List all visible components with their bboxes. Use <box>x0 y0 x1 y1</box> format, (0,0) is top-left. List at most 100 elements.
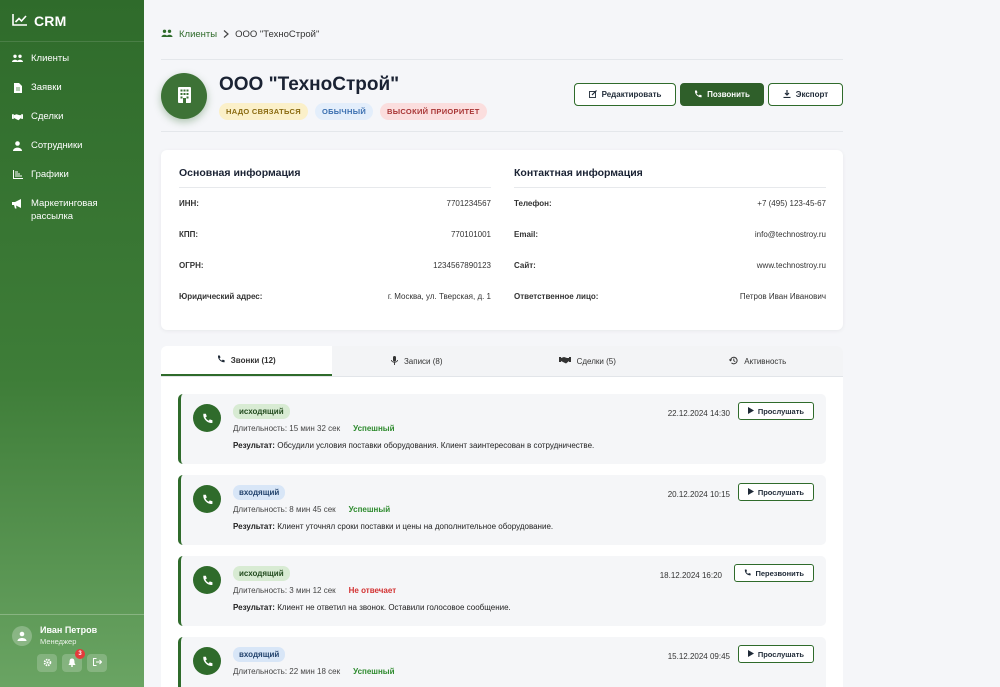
info-card: Основная информация ИНН: 7701234567 КПП: 7… <box>161 150 843 330</box>
sidebar-item-clients[interactable]: Клиенты <box>0 52 144 65</box>
tab-bar: Звонки (12) Записи (8) Сделки (5) Активн… <box>161 346 843 377</box>
info-row-responsible: Ответственное лицо: Петров Иван Иванович <box>514 292 826 301</box>
gear-icon <box>43 658 52 669</box>
user-icon <box>17 631 27 641</box>
call-status: Успешный <box>353 667 395 676</box>
breadcrumb-current: ООО "ТехноСтрой" <box>235 29 320 40</box>
result-label: Результат: <box>233 522 275 531</box>
tabs-card: Звонки (12) Записи (8) Сделки (5) Активн… <box>161 346 843 687</box>
tab-records[interactable]: Записи (8) <box>332 346 503 376</box>
listen-button[interactable]: Прослушать <box>737 645 814 663</box>
person-icon <box>12 139 23 152</box>
history-icon <box>729 356 738 367</box>
call-duration: Длительность: 3 мин 12 сек <box>233 586 336 595</box>
call-direction-badge: входящий <box>233 647 286 662</box>
company-logo <box>161 73 207 119</box>
type-badge: ОБЫЧНЫЙ <box>314 103 374 120</box>
brand-name: CRM <box>34 12 67 29</box>
sidebar-item-requests[interactable]: Заявки <box>0 81 144 94</box>
export-button[interactable]: Экспорт <box>768 83 843 106</box>
status-badge: НАДО СВЯЗАТЬСЯ <box>219 103 308 120</box>
basic-info: Основная информация ИНН: 7701234567 КПП: 7… <box>179 167 491 312</box>
breadcrumb-clients-link[interactable]: Клиенты <box>179 29 217 40</box>
sidebar-item-label: Маркетинговая рассылка <box>31 198 98 222</box>
info-row-kpp: КПП: 770101001 <box>179 230 491 239</box>
play-icon <box>747 649 754 659</box>
call-date: 22.12.2024 14:30 <box>667 409 730 418</box>
call-status: Успешный <box>353 424 395 433</box>
user-role: Менеджер <box>40 637 77 646</box>
call-duration: Длительность: 8 мин 45 сек <box>233 505 336 514</box>
info-row-address: Юридический адрес: г. Москва, ул. Тверска… <box>179 292 491 301</box>
listen-button[interactable]: Прослушать <box>737 402 814 420</box>
call-duration: Длительность: 15 мин 32 сек <box>233 424 341 433</box>
sidebar-item-label: Клиенты <box>31 53 70 64</box>
download-icon <box>783 89 791 100</box>
notifications-button[interactable]: 3 <box>62 649 85 672</box>
calls-list: исходящий Длительность: 15 мин 32 сек Усп… <box>178 394 826 687</box>
sidebar-item-marketing[interactable]: Маркетинговая рассылка <box>0 197 144 223</box>
result-label: Результат: <box>233 441 275 450</box>
list-item: исходящий Длительность: 3 мин 12 сек Не о… <box>178 556 826 626</box>
call-date: 18.12.2024 16:20 <box>659 571 722 580</box>
sidebar: CRM Клиенты Заявки Сделки Сотрудники Гра… <box>0 0 144 687</box>
edit-button[interactable]: Редактировать <box>574 83 676 106</box>
tab-activity[interactable]: Активность <box>673 346 844 376</box>
phone-icon <box>193 647 221 675</box>
microphone-icon <box>391 355 398 367</box>
info-row-site: Сайт: www.technostroy.ru <box>514 261 826 270</box>
sidebar-nav: Клиенты Заявки Сделки Сотрудники Графики… <box>0 42 144 223</box>
company-tags: НАДО СВЯЗАТЬСЯ ОБЫЧНЫЙ ВЫСОКИЙ ПРИОРИТЕТ <box>219 103 487 120</box>
call-duration: Длительность: 22 мин 18 сек <box>233 667 341 676</box>
list-item: входящий Длительность: 22 мин 18 сек Успе… <box>178 637 826 687</box>
contact-info: Контактная информация Телефон: +7 (495) 1… <box>514 167 826 312</box>
sidebar-item-employees[interactable]: Сотрудники <box>0 139 144 152</box>
handshake-icon <box>12 110 23 123</box>
settings-button[interactable] <box>37 654 57 672</box>
tab-deals[interactable]: Сделки (5) <box>502 346 673 376</box>
call-result: Клиент не ответил на звонок. Оставили го… <box>277 603 511 612</box>
call-direction-badge: исходящий <box>233 404 290 419</box>
play-icon <box>747 487 754 497</box>
sidebar-item-label: Заявки <box>31 82 62 93</box>
logout-icon <box>92 658 102 668</box>
page-title: ООО "ТехноСтрой" <box>219 74 400 95</box>
users-icon <box>161 29 173 41</box>
phone-icon <box>744 568 752 578</box>
header-actions: Редактировать Позвонить Экспорт <box>574 83 843 106</box>
bell-icon <box>68 658 76 669</box>
phone-icon <box>193 404 221 432</box>
call-button[interactable]: Позвонить <box>680 83 764 106</box>
priority-badge: ВЫСОКИЙ ПРИОРИТЕТ <box>380 103 487 120</box>
call-direction-badge: входящий <box>233 485 286 500</box>
sidebar-item-label: Сотрудники <box>31 140 83 151</box>
listen-button[interactable]: Прослушать <box>737 483 814 501</box>
tab-calls[interactable]: Звонки (12) <box>161 346 332 376</box>
chart-icon <box>12 168 23 181</box>
company-header: ООО "ТехноСтрой" НАДО СВЯЗАТЬСЯ ОБЫЧНЫЙ … <box>161 72 843 132</box>
info-row-phone: Телефон: +7 (495) 123-45-67 <box>514 199 826 208</box>
users-icon <box>12 52 23 65</box>
result-label: Результат: <box>233 603 275 612</box>
sidebar-item-deals[interactable]: Сделки <box>0 110 144 123</box>
brand[interactable]: CRM <box>0 0 144 42</box>
logout-button[interactable] <box>87 654 107 672</box>
call-result: Обсудили условия поставки оборудования. … <box>277 441 595 450</box>
call-direction-badge: исходящий <box>233 566 290 581</box>
call-date: 20.12.2024 10:15 <box>667 490 730 499</box>
chart-line-icon <box>12 13 28 28</box>
call-status: Не отвечает <box>348 586 397 595</box>
info-row-ogrn: ОГРН: 1234567890123 <box>179 261 491 270</box>
callback-button[interactable]: Перезвонить <box>734 564 814 582</box>
call-result: Клиент уточнял сроки поставки и цены на … <box>277 522 554 531</box>
document-icon <box>12 81 23 94</box>
sidebar-item-charts[interactable]: Графики <box>0 168 144 181</box>
call-date: 15.12.2024 09:45 <box>667 652 730 661</box>
list-item: исходящий Длительность: 15 мин 32 сек Усп… <box>178 394 826 464</box>
phone-icon <box>193 485 221 513</box>
chevron-right-icon <box>223 29 230 40</box>
play-icon <box>747 406 754 416</box>
list-item: входящий Длительность: 8 мин 45 сек Успеш… <box>178 475 826 545</box>
notification-count-badge: 3 <box>75 649 85 659</box>
avatar[interactable] <box>12 625 32 646</box>
